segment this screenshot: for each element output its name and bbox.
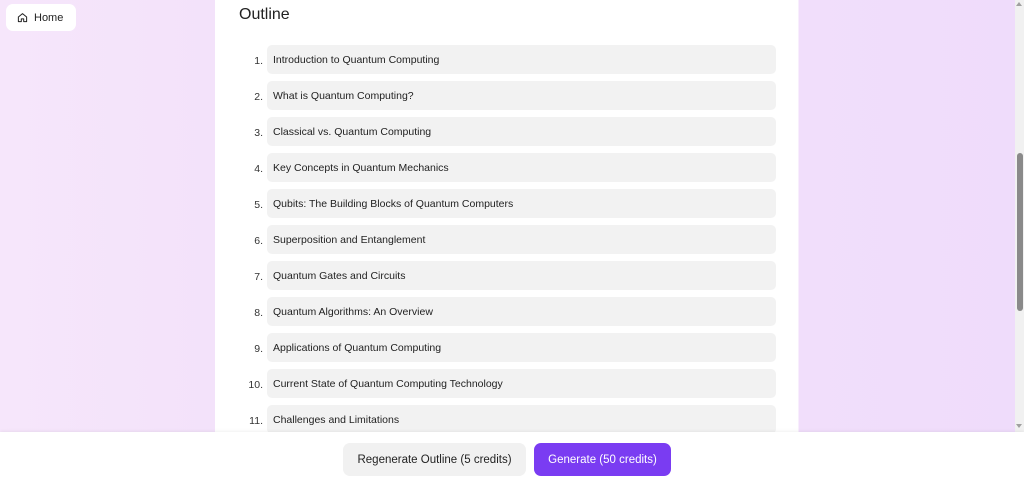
outline-row: 1. Introduction to Quantum Computing xyxy=(242,45,776,81)
outline-row: 11. Challenges and Limitations xyxy=(242,405,776,432)
scroll-up-arrow-icon[interactable] xyxy=(1016,2,1022,6)
outline-item-number: 1. xyxy=(254,55,263,67)
outline-item-input[interactable]: Introduction to Quantum Computing xyxy=(267,45,776,74)
outline-row: 2. What is Quantum Computing? xyxy=(242,81,776,117)
outline-card: Outline 1. Introduction to Quantum Comput… xyxy=(220,0,796,432)
outline-item-input[interactable]: Challenges and Limitations xyxy=(267,405,776,432)
outline-item-input[interactable]: Quantum Gates and Circuits xyxy=(267,261,776,290)
home-label: Home xyxy=(34,11,64,24)
outline-row: 3. Classical vs. Quantum Computing xyxy=(242,117,776,153)
outline-item-input[interactable]: Current State of Quantum Computing Techn… xyxy=(267,369,776,398)
outline-row: 5. Qubits: The Building Blocks of Quantum… xyxy=(242,189,776,225)
scrollbar-thumb[interactable] xyxy=(1017,153,1023,311)
outline-row: 8. Quantum Algorithms: An Overview xyxy=(242,297,776,333)
outline-item-number: 3. xyxy=(254,127,263,139)
action-footer: Regenerate Outline (5 credits) Generate … xyxy=(0,432,1024,486)
outline-item-input[interactable]: Superposition and Entanglement xyxy=(267,225,776,254)
outline-item-number: 9. xyxy=(254,343,263,355)
outline-title: Outline xyxy=(239,6,290,23)
home-button[interactable]: Home xyxy=(6,4,76,31)
home-icon xyxy=(17,13,28,23)
page-scrollbar[interactable] xyxy=(1015,0,1024,432)
outline-row: 6. Superposition and Entanglement xyxy=(242,225,776,261)
outline-item-number: 2. xyxy=(254,91,263,103)
scroll-down-arrow-icon[interactable] xyxy=(1016,424,1022,428)
outline-list: 1. Introduction to Quantum Computing 2. Wha… xyxy=(242,45,776,432)
outline-item-input[interactable]: Key Concepts in Quantum Mechanics xyxy=(267,153,776,182)
outline-item-input[interactable]: What is Quantum Computing? xyxy=(267,81,776,110)
outline-item-input[interactable]: Quantum Algorithms: An Overview xyxy=(267,297,776,326)
outline-item-input[interactable]: Qubits: The Building Blocks of Quantum C… xyxy=(267,189,776,218)
generate-button[interactable]: Generate (50 credits) xyxy=(534,443,671,476)
outline-item-number: 6. xyxy=(254,235,263,247)
outline-item-number: 4. xyxy=(254,163,263,175)
outline-row: 4. Key Concepts in Quantum Mechanics xyxy=(242,153,776,189)
outline-item-number: 10. xyxy=(248,379,263,391)
outline-row: 7. Quantum Gates and Circuits xyxy=(242,261,776,297)
outline-row: 10. Current State of Quantum Computing Te… xyxy=(242,369,776,405)
outline-item-number: 5. xyxy=(254,199,263,211)
outline-row: 9. Applications of Quantum Computing xyxy=(242,333,776,369)
outline-item-number: 7. xyxy=(254,271,263,283)
outline-item-number: 8. xyxy=(254,307,263,319)
outline-item-input[interactable]: Classical vs. Quantum Computing xyxy=(267,117,776,146)
outline-item-input[interactable]: Applications of Quantum Computing xyxy=(267,333,776,362)
outline-item-number: 11. xyxy=(249,415,263,427)
regenerate-outline-button[interactable]: Regenerate Outline (5 credits) xyxy=(343,443,526,476)
